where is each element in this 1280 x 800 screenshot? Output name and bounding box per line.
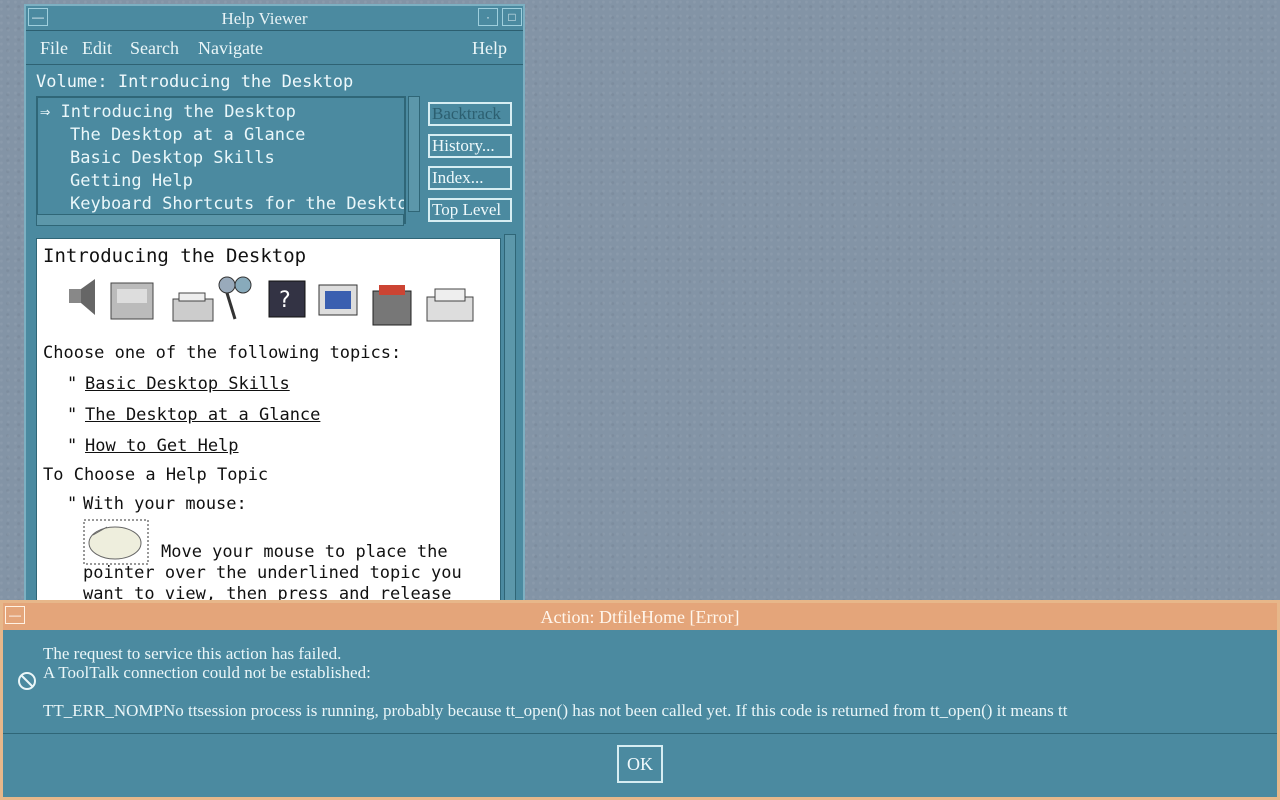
dialog-title-bar[interactable]: — Action: DtfileHome [Error] <box>3 603 1277 630</box>
window-title: Help Viewer <box>221 9 308 28</box>
menu-search[interactable]: Search <box>130 38 179 59</box>
maximize-button[interactable]: □ <box>502 8 522 26</box>
backtrack-button[interactable]: Backtrack <box>428 102 512 126</box>
card-file-icon <box>426 288 474 322</box>
error-icon <box>18 672 36 690</box>
help-books-icon: ? <box>268 280 306 318</box>
menu-file[interactable]: File <box>40 38 68 59</box>
file-manager-icon <box>110 282 154 320</box>
topic-item[interactable]: Getting Help <box>70 171 193 191</box>
content-heading: Introducing the Desktop <box>43 245 307 267</box>
error-line-3: TT_ERR_NOMPNo ttsession process is runni… <box>43 701 1068 720</box>
topic-horizontal-scrollbar[interactable] <box>36 214 404 226</box>
keys-icon <box>218 276 252 320</box>
speaker-icon <box>69 279 95 315</box>
choose-topics-text: Choose one of the following topics: <box>43 343 402 363</box>
topic-item[interactable]: The Desktop at a Glance <box>70 125 305 145</box>
volume-label: Volume: Introducing the Desktop <box>36 72 354 92</box>
instruction-line-2: pointer over the underlined topic you <box>83 563 462 583</box>
svg-text:?: ? <box>279 288 291 313</box>
index-button[interactable]: Index... <box>428 166 512 190</box>
bullet-mark: " <box>67 494 78 514</box>
link-how-to-get-help[interactable]: How to Get Help <box>85 436 239 456</box>
menu-navigate[interactable]: Navigate <box>198 38 263 59</box>
bullet-mark: " <box>67 436 78 456</box>
history-button[interactable]: History... <box>428 134 512 158</box>
content-scrollbar[interactable] <box>504 234 516 602</box>
error-dialog: — Action: DtfileHome [Error] The request… <box>0 600 1280 800</box>
instruction-line-1: Move your mouse to place the <box>161 542 448 562</box>
error-line-1: The request to service this action has f… <box>43 644 342 663</box>
error-line-2: A ToolTalk connection could not be estab… <box>43 663 371 682</box>
section-title: To Choose a Help Topic <box>43 465 269 485</box>
topic-list[interactable]: ⇒ Introducing the Desktop The Desktop at… <box>36 96 406 224</box>
topic-vertical-scrollbar[interactable] <box>408 96 420 212</box>
bullet-mark: " <box>67 374 78 394</box>
link-basic-desktop-skills[interactable]: Basic Desktop Skills <box>85 374 290 394</box>
monitor-icon <box>318 284 358 316</box>
bullet-mark: " <box>67 405 78 425</box>
desktop-icons-illustration: ? <box>69 276 474 326</box>
title-bar[interactable]: — Help Viewer · □ <box>26 6 523 31</box>
link-desktop-at-a-glance[interactable]: The Desktop at a Glance <box>85 405 320 425</box>
dialog-title: Action: DtfileHome [Error] <box>540 607 740 627</box>
top-level-button[interactable]: Top Level <box>428 198 512 222</box>
with-mouse-text: With your mouse: <box>83 494 247 514</box>
printer-icon <box>172 292 214 322</box>
help-viewer-window: — Help Viewer · □ File Edit Search Navig… <box>24 4 525 604</box>
menu-edit[interactable]: Edit <box>82 38 112 59</box>
help-content: Introducing the Desktop ? Choose one of … <box>36 238 501 602</box>
ok-button[interactable]: OK <box>617 745 663 783</box>
mouse-icon <box>83 519 149 565</box>
window-menu-button[interactable]: — <box>28 8 48 26</box>
menu-bar: File Edit Search Navigate Help <box>26 32 523 65</box>
dialog-message-area: The request to service this action has f… <box>3 633 1277 734</box>
topic-item[interactable]: ⇒ Introducing the Desktop <box>40 102 296 122</box>
menu-help[interactable]: Help <box>472 38 507 59</box>
topic-item[interactable]: Basic Desktop Skills <box>70 148 275 168</box>
file-cabinet-icon <box>372 285 412 326</box>
minimize-button[interactable]: · <box>478 8 498 26</box>
topic-item[interactable]: Keyboard Shortcuts for the Desktop <box>70 194 404 214</box>
